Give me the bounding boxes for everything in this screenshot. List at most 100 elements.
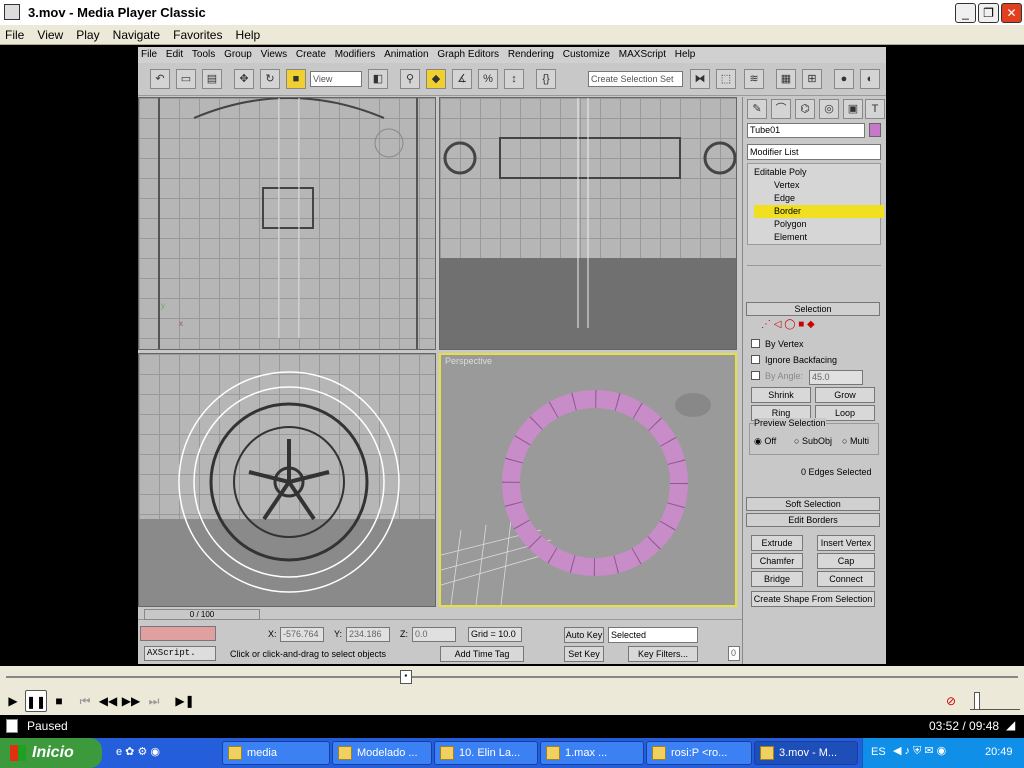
menu-file[interactable]: File bbox=[0, 25, 29, 42]
seek-bar[interactable]: ▪ bbox=[0, 666, 1024, 688]
menu-play[interactable]: Play bbox=[71, 25, 104, 42]
max-menu-customize: Customize bbox=[562, 49, 610, 60]
task-media[interactable]: media bbox=[222, 741, 330, 765]
window-title: 3.mov - Media Player Classic bbox=[28, 5, 206, 20]
start-label: Inicio bbox=[32, 744, 74, 761]
task-rosi[interactable]: rosi:P <ro... bbox=[646, 741, 752, 765]
y-label: Y: bbox=[334, 629, 343, 639]
app-icon bbox=[4, 4, 20, 20]
menu-view[interactable]: View bbox=[32, 25, 68, 42]
task-elin[interactable]: 10. Elin La... bbox=[434, 741, 538, 765]
menu-bar: File View Play Navigate Favorites Help bbox=[0, 25, 1024, 45]
max-menu-create: Create bbox=[295, 49, 326, 60]
by-vertex-checkbox: By Vertex bbox=[751, 339, 804, 349]
messenger-icon bbox=[652, 746, 666, 760]
volume-slider[interactable] bbox=[970, 692, 1020, 710]
status-icon bbox=[6, 719, 18, 733]
tray-icons[interactable]: ◀ ♪ ⛨ ✉ ◉ bbox=[893, 744, 946, 758]
cap-button: Cap bbox=[817, 553, 875, 569]
z-coordinate-field: 0.0 bbox=[412, 627, 456, 642]
preview-multi: ○ Multi bbox=[842, 436, 869, 446]
edges-selected-text: 0 Edges Selected bbox=[801, 467, 872, 477]
grow-button: Grow bbox=[815, 387, 875, 403]
timeline-slider: 0 / 100 bbox=[144, 609, 260, 620]
select-name-icon: ▤ bbox=[202, 69, 222, 89]
modifier-list-combo: Modifier List bbox=[747, 144, 881, 160]
preview-selection-group: Preview Selection ◉ Off ○ SubObj ○ Multi bbox=[749, 418, 879, 455]
scale-icon: ■ bbox=[286, 69, 306, 89]
subobject-icons: ⋰ ◁ ◯ ■ ◆ bbox=[761, 319, 815, 330]
resize-grip-icon: ◢ bbox=[1006, 718, 1016, 732]
status-bar: Paused 03:52 / 09:48 ◢ bbox=[0, 716, 1024, 737]
mirror-icon: ⧓ bbox=[690, 69, 710, 89]
preview-subobj: ○ SubObj bbox=[794, 436, 832, 446]
add-time-tag-button: Add Time Tag bbox=[440, 646, 524, 662]
max-toolbar: ↶ ▭ ▤ ✥ ↻ ■ View ◧ ⚲ ◆ ∡ % ↕ {} Create S… bbox=[138, 64, 886, 96]
render-icon: ◐ bbox=[860, 69, 880, 89]
task-1max[interactable]: 1.max ... bbox=[540, 741, 644, 765]
display-tab-icon: ▣ bbox=[843, 99, 863, 119]
manipulate-icon: ⚲ bbox=[400, 69, 420, 89]
volume-thumb[interactable] bbox=[974, 692, 980, 710]
system-tray: ES ◀ ♪ ⛨ ✉ ◉ 20:49 bbox=[862, 738, 1024, 768]
rewind-button[interactable]: ◀◀ bbox=[97, 690, 119, 712]
select-region-icon: ▭ bbox=[176, 69, 196, 89]
max-menu-tools: Tools bbox=[191, 49, 216, 60]
previous-button[interactable]: ⏮ bbox=[74, 690, 96, 712]
stop-button[interactable]: ■ bbox=[48, 690, 70, 712]
material-editor-icon: ● bbox=[834, 69, 854, 89]
close-button[interactable]: ✕ bbox=[1001, 3, 1022, 23]
max-menu-rendering: Rendering bbox=[507, 49, 554, 60]
create-shape-button: Create Shape From Selection bbox=[751, 591, 875, 607]
fast-forward-button[interactable]: ▶▶ bbox=[120, 690, 142, 712]
seek-thumb[interactable]: ▪ bbox=[399, 670, 412, 684]
browser-icon bbox=[338, 746, 352, 760]
angle-snap-icon: ∡ bbox=[452, 69, 472, 89]
by-angle-label: By Angle: bbox=[765, 371, 804, 381]
mute-icon[interactable]: ⊘ bbox=[940, 690, 962, 712]
preview-selection-label: Preview Selection bbox=[754, 418, 826, 428]
task-3mov[interactable]: 3.mov - M... bbox=[754, 741, 858, 765]
x-label: X: bbox=[268, 629, 277, 639]
menu-favorites[interactable]: Favorites bbox=[168, 25, 227, 42]
hierarchy-tab-icon: ⌬ bbox=[795, 99, 815, 119]
auto-key-button: Auto Key bbox=[564, 627, 604, 643]
maximize-button[interactable]: ❐ bbox=[978, 3, 999, 23]
stack-vertex: Vertex bbox=[774, 180, 800, 190]
max-status-area: 0 / 100 AXScript. X: -576.764 Y: 234.186… bbox=[138, 609, 742, 664]
language-indicator[interactable]: ES bbox=[871, 746, 886, 758]
start-button[interactable]: Inicio bbox=[0, 738, 102, 768]
frame-step-button[interactable]: ▶❚ bbox=[174, 690, 196, 712]
maxscript-listener bbox=[140, 626, 216, 641]
playback-time: 03:52 / 09:48 bbox=[929, 719, 1000, 733]
connect-button: Connect bbox=[817, 571, 875, 587]
minimize-button[interactable]: _ bbox=[955, 3, 976, 23]
schematic-icon: ⊞ bbox=[802, 69, 822, 89]
pause-button[interactable]: ❚❚ bbox=[25, 690, 47, 712]
z-label: Z: bbox=[400, 629, 408, 639]
menu-help[interactable]: Help bbox=[231, 25, 266, 42]
undo-icon: ↶ bbox=[150, 69, 170, 89]
svg-text:y: y bbox=[161, 301, 165, 310]
play-button[interactable]: ▶ bbox=[2, 690, 24, 712]
next-button[interactable]: ⏭ bbox=[143, 690, 165, 712]
extrude-button: Extrude bbox=[751, 535, 803, 551]
svg-text:x: x bbox=[179, 319, 183, 328]
create-tab-icon: ✎ bbox=[747, 99, 767, 119]
seek-track[interactable] bbox=[6, 676, 1018, 678]
video-frame-3dsmax: File Edit Tools Group Views Create Modif… bbox=[138, 47, 886, 664]
layer-icon: ≋ bbox=[744, 69, 764, 89]
rotate-icon: ↻ bbox=[260, 69, 280, 89]
menu-navigate[interactable]: Navigate bbox=[108, 25, 165, 42]
modifier-stack: Editable Poly Vertex Edge Border Polygon… bbox=[747, 163, 884, 245]
snap-3d-icon: ◆ bbox=[426, 69, 446, 89]
insert-vertex-button: Insert Vertex bbox=[817, 535, 875, 551]
task-modelado[interactable]: Modelado ... bbox=[332, 741, 432, 765]
max-menu-group: Group bbox=[224, 49, 252, 60]
curve-editor-icon: ▦ bbox=[776, 69, 796, 89]
edit-borders-rollup: Edit Borders bbox=[746, 513, 880, 527]
chamfer-button: Chamfer bbox=[751, 553, 803, 569]
quick-launch-icons[interactable]: e ✿ ⚙ ◉ bbox=[116, 745, 160, 758]
viewport-perspective[interactable]: Perspective bbox=[439, 353, 737, 607]
object-color-swatch bbox=[869, 123, 881, 137]
